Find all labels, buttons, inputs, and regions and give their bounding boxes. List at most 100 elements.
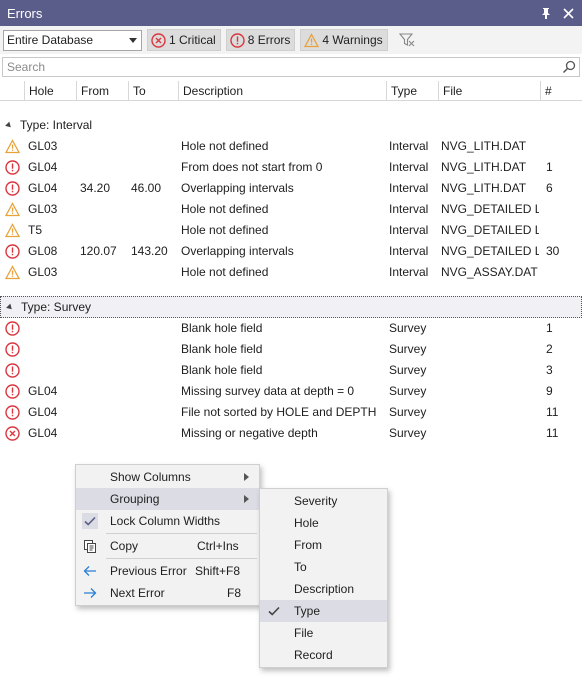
cell-num: 1	[546, 160, 553, 174]
menu-item-label: File	[294, 626, 314, 640]
cell-to	[131, 318, 177, 339]
cell-hole	[28, 339, 76, 360]
group-label: Type: Interval	[20, 118, 93, 132]
cell-file	[441, 402, 539, 423]
grouping-option-to[interactable]: To	[260, 556, 387, 578]
warning-icon	[4, 223, 21, 238]
column-header-to[interactable]: To	[128, 81, 178, 101]
show-columns-menu-item[interactable]: Show Columns	[76, 466, 259, 488]
group-row[interactable]: Type: Survey	[0, 296, 582, 318]
column-header-from[interactable]: From	[76, 81, 128, 101]
table-row[interactable]: GL04 Missing or negative depth Survey 11	[0, 423, 582, 444]
cell-file	[441, 381, 539, 402]
grouping-option-hole[interactable]: Hole	[260, 512, 387, 534]
cell-from	[80, 136, 128, 157]
table-row[interactable]: GL03 Hole not defined Interval NVG_ASSAY.DA…	[0, 262, 582, 283]
critical-icon	[5, 426, 20, 441]
cell-to	[131, 136, 177, 157]
cell-description: File not sorted by HOLE and DEPTH	[181, 405, 377, 419]
column-header-description[interactable]: Description	[178, 81, 386, 101]
table-row[interactable]: GL03 Hole not defined Interval NVG_LITH.DAT	[0, 136, 582, 157]
cell-hole: GL03	[28, 139, 58, 153]
previous-error-menu-item[interactable]: Previous Error Shift+F8	[76, 560, 259, 582]
group-row[interactable]: Type: Interval	[0, 114, 582, 136]
table-row[interactable]: GL04 File not sorted by HOLE and DEPTH Sur…	[0, 402, 582, 423]
grouping-option-record[interactable]: Record	[260, 644, 387, 666]
grouping-option-type[interactable]: Type	[260, 600, 387, 622]
cell-file	[441, 318, 539, 339]
cell-description: From does not start from 0	[181, 160, 323, 174]
table-row[interactable]: GL03 Hole not defined Interval NVG_DETAILED…	[0, 199, 582, 220]
error-icon	[5, 160, 20, 175]
cell-file: NVG_ASSAY.DAT	[441, 265, 538, 279]
cell-to	[131, 339, 177, 360]
cell-from	[80, 199, 128, 220]
warning-icon	[4, 202, 21, 217]
next-error-menu-item[interactable]: Next Error F8	[76, 582, 259, 604]
grouping-option-file[interactable]: File	[260, 622, 387, 644]
cell-num: 11	[546, 405, 559, 419]
warnings-filter-button[interactable]: 4 Warnings	[300, 29, 388, 51]
menu-item-label: Hole	[294, 516, 319, 530]
cell-from	[80, 157, 128, 178]
column-header-file[interactable]: File	[438, 81, 540, 101]
error-icon	[5, 363, 20, 378]
menu-item-label: Severity	[294, 494, 338, 508]
menu-item-shortcut: Ctrl+Ins	[197, 539, 239, 553]
grouping-option-description[interactable]: Description	[260, 578, 387, 600]
collapse-triangle-icon[interactable]	[5, 121, 13, 129]
cell-to	[131, 262, 177, 283]
table-row[interactable]: GL04 34.20 46.00 Overlapping intervals Inter…	[0, 178, 582, 199]
table-row[interactable]: T5 Hole not defined Interval NVG_DETAILED L…	[0, 220, 582, 241]
table-row[interactable]: GL04 From does not start from 0 Interval NV…	[0, 157, 582, 178]
table-row[interactable]: GL08 120.07 143.20 Overlapping intervals Int…	[0, 241, 582, 262]
cell-to	[131, 157, 177, 178]
table-row[interactable]: Blank hole field Survey 1	[0, 318, 582, 339]
warnings-filter-label: 4 Warnings	[322, 33, 383, 47]
cell-num: 30	[546, 244, 560, 258]
error-icon	[229, 32, 245, 48]
cell-num: 9	[546, 384, 553, 398]
pin-icon[interactable]	[538, 5, 554, 21]
arrow-left-icon	[82, 563, 98, 579]
cell-to: 143.20	[131, 244, 168, 258]
critical-filter-button[interactable]: 1 Critical	[147, 29, 221, 51]
column-header-num[interactable]: #	[540, 81, 582, 101]
column-header-hole[interactable]: Hole	[24, 81, 76, 101]
checkmark-icon	[266, 603, 282, 619]
table-row[interactable]: Blank hole field Survey 2	[0, 339, 582, 360]
grouping-submenu: Severity Hole From To Description Type File Rec…	[259, 488, 388, 668]
clear-filter-icon[interactable]	[398, 31, 416, 49]
grouping-menu-item[interactable]: Grouping	[76, 488, 259, 510]
collapse-triangle-icon[interactable]	[6, 303, 14, 311]
copy-menu-item[interactable]: Copy Ctrl+Ins	[76, 535, 259, 557]
cell-hole: GL03	[28, 265, 58, 279]
critical-filter-label: 1 Critical	[169, 33, 216, 47]
errors-filter-button[interactable]: 8 Errors	[225, 29, 296, 51]
close-icon[interactable]	[560, 5, 576, 21]
cell-file	[441, 423, 539, 444]
database-select[interactable]: Entire Database	[3, 29, 142, 51]
toolbar: Entire Database 1 Critical 8 Errors 4 Wa…	[0, 26, 582, 54]
cell-from	[80, 339, 128, 360]
cell-description: Blank hole field	[181, 342, 263, 356]
cell-type: Survey	[389, 321, 427, 335]
cell-description: Hole not defined	[181, 139, 269, 153]
table-row[interactable]: GL04 Missing survey data at depth = 0 Surv…	[0, 381, 582, 402]
grouping-option-from[interactable]: From	[260, 534, 387, 556]
menu-item-label: Next Error	[110, 586, 165, 600]
cell-to	[131, 423, 177, 444]
cell-hole: GL04	[28, 384, 58, 398]
search-bar	[2, 57, 580, 77]
cell-description: Missing or negative depth	[181, 426, 318, 440]
error-icon	[5, 342, 20, 357]
lock-column-widths-menu-item[interactable]: Lock Column Widths	[76, 510, 259, 532]
search-icon[interactable]	[562, 60, 576, 74]
copy-icon	[82, 538, 98, 554]
cell-file: NVG_DETAILED LI...	[441, 202, 539, 216]
column-header-type[interactable]: Type	[386, 81, 438, 101]
search-input[interactable]	[7, 60, 562, 74]
context-menu: Show Columns Grouping Lock Column Widths Co…	[75, 464, 260, 606]
table-row[interactable]: Blank hole field Survey 3	[0, 360, 582, 381]
grouping-option-severity[interactable]: Severity	[260, 490, 387, 512]
